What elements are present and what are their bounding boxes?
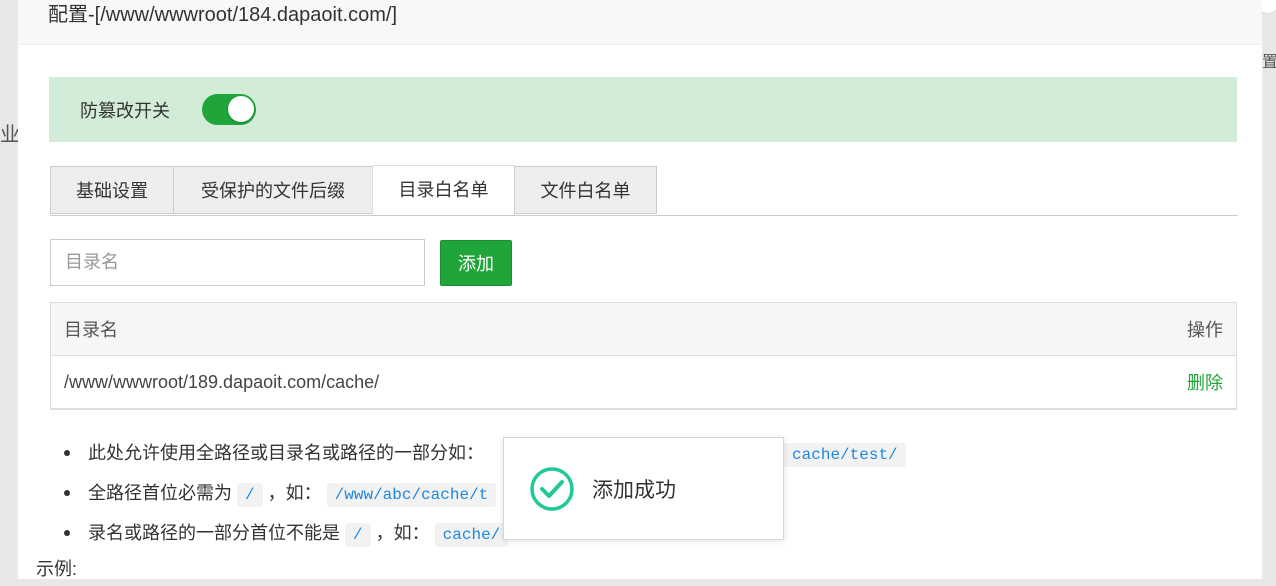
tab-directory-whitelist[interactable]: 目录白名单: [372, 165, 515, 215]
toggle-knob: [228, 96, 254, 122]
add-button[interactable]: 添加: [440, 240, 512, 286]
note-code: cache/: [434, 523, 509, 547]
tab-basic-settings[interactable]: 基础设置: [50, 166, 174, 214]
tamper-switch-label: 防篡改开关: [80, 100, 170, 121]
tamper-toggle[interactable]: [202, 94, 256, 125]
example-label: 示例:: [36, 559, 78, 579]
table-header: 目录名 操作: [51, 303, 1236, 356]
background-fragment-right: 置: [1262, 54, 1276, 71]
modal-title: 配置-[/www/wwwroot/184.dapaoit.com/]: [18, 0, 1262, 45]
table-row: /www/wwwroot/189.dapaoit.com/cache/ 删除: [51, 356, 1236, 409]
note-text: ，如：: [267, 483, 322, 503]
check-circle-icon: [530, 466, 574, 511]
note-code: cache/test/: [784, 443, 906, 467]
header-action: 操作: [1187, 320, 1223, 340]
directory-name-input[interactable]: [50, 239, 425, 286]
whitelist-table: 目录名 操作 /www/wwwroot/189.dapaoit.com/cach…: [50, 302, 1237, 410]
header-directory-name: 目录名: [64, 320, 118, 340]
success-toast: 添加成功: [503, 437, 784, 540]
config-tabs: 基础设置 受保护的文件后缀 目录白名单 文件白名单: [50, 165, 1238, 216]
delete-link[interactable]: 删除: [1187, 369, 1223, 395]
note-text: 录名或路径的一部分首位不能是: [88, 523, 340, 543]
note-code: /: [237, 483, 263, 507]
tab-file-whitelist[interactable]: 文件白名单: [514, 166, 657, 214]
tamper-switch-bar: 防篡改开关: [49, 77, 1237, 142]
note-text: ，如：: [375, 523, 430, 543]
tab-protected-suffixes[interactable]: 受保护的文件后缀: [173, 166, 373, 214]
row-path: /www/wwwroot/189.dapaoit.com/cache/: [64, 371, 380, 392]
note-code: /www/abc/cache/t: [326, 483, 497, 507]
note-code: /: [345, 523, 371, 547]
toast-message: 添加成功: [592, 478, 676, 502]
note-text: 全路径首位必需为: [88, 483, 232, 503]
note-text: 此处允许使用全路径或目录名或路径的一部分如：: [88, 443, 484, 463]
background-fragment-left: 业纟: [0, 124, 18, 146]
